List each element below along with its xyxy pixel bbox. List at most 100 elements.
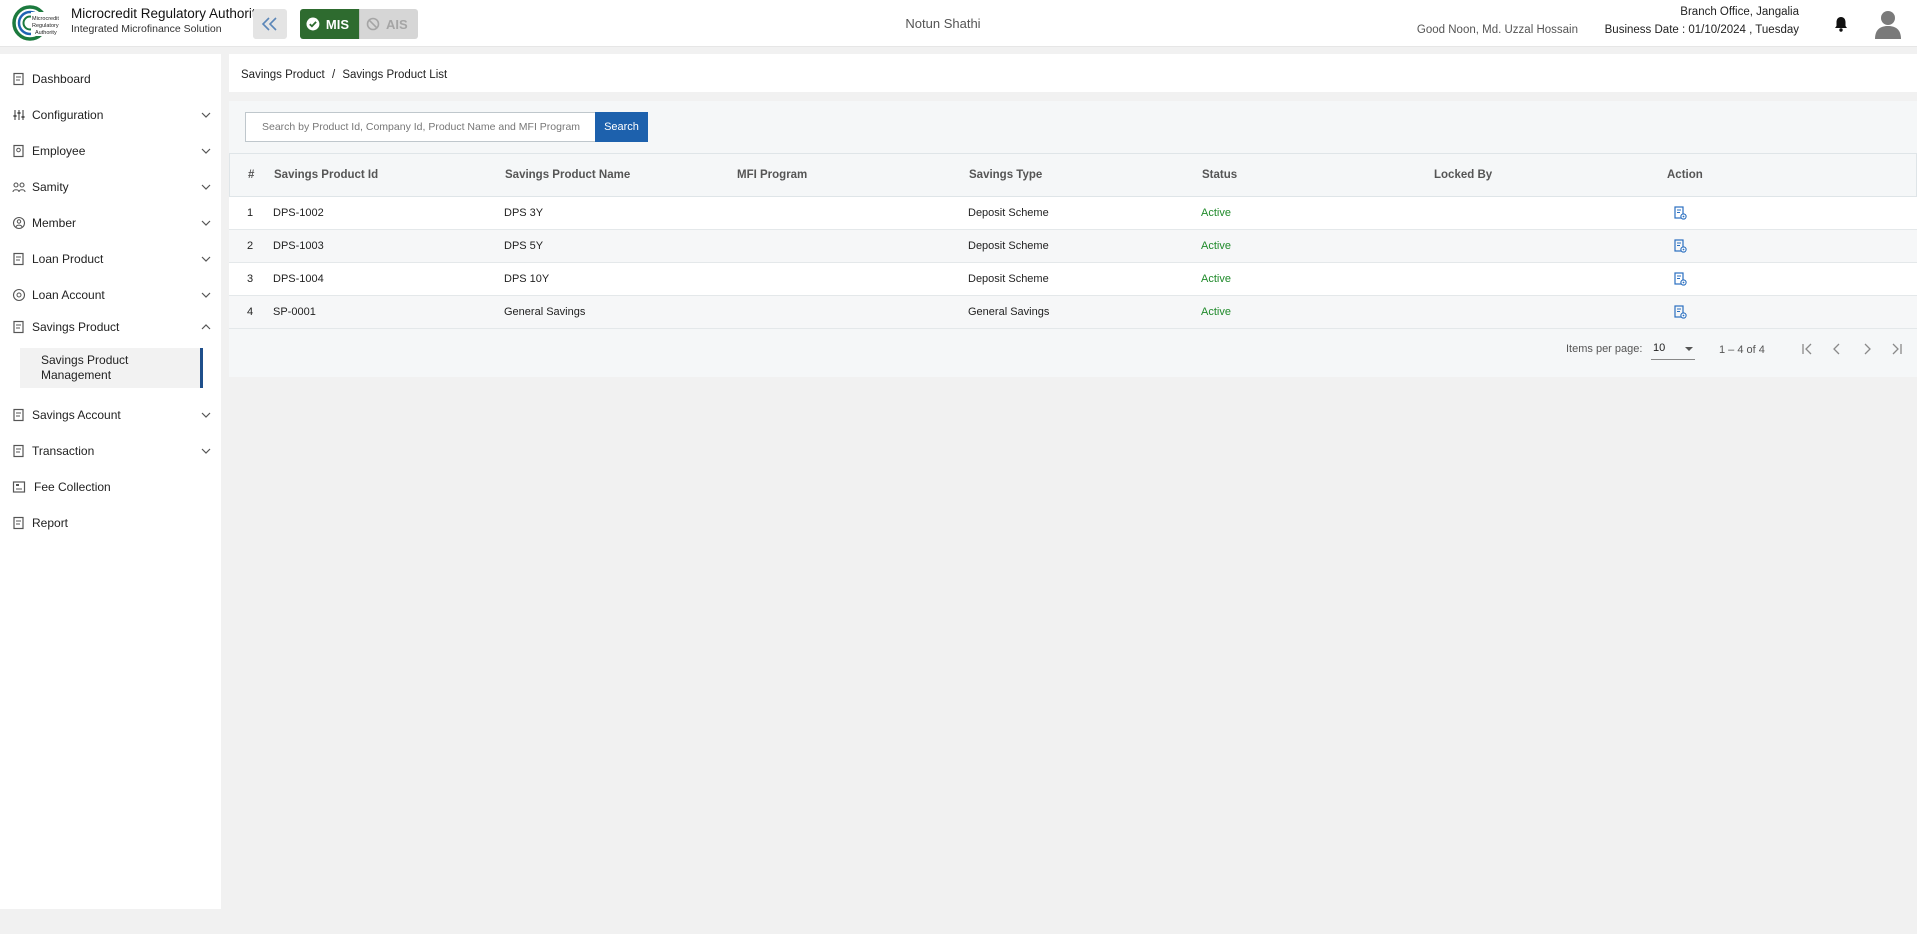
sidebar-subitem-savings-product-management[interactable]: Savings Product Management [20, 348, 203, 388]
next-page-icon[interactable] [1858, 340, 1876, 358]
sidebar-item-member[interactable]: Member [0, 208, 221, 238]
cell-number: 2 [247, 240, 254, 252]
ais-mode-button[interactable]: AIS [359, 9, 418, 39]
sidebar: Dashboard Configuration Employee Samity … [0, 54, 221, 909]
view-document-icon[interactable] [1673, 272, 1687, 286]
report-icon [13, 516, 24, 530]
sidebar-label: Transaction [32, 444, 95, 458]
view-document-icon[interactable] [1673, 206, 1687, 220]
sidebar-label: Employee [32, 144, 86, 158]
sidebar-item-transaction[interactable]: Transaction [0, 436, 221, 466]
top-header: Microcredit Regulatory Authority Microcr… [0, 0, 1917, 47]
cell-product-id: DPS-1004 [273, 273, 324, 285]
sidebar-item-report[interactable]: Report [0, 508, 221, 538]
document-icon [13, 444, 24, 458]
table-row: 1 DPS-1002 DPS 3Y Deposit Scheme Active [229, 197, 1917, 230]
chevron-down-icon [201, 412, 211, 418]
column-header-product-name: Savings Product Name [505, 169, 631, 181]
first-page-icon[interactable] [1798, 340, 1816, 358]
search-button[interactable]: Search [595, 112, 648, 142]
column-header-locked-by: Locked By [1434, 169, 1493, 181]
svg-text:Microcredit: Microcredit [32, 16, 59, 22]
sidebar-label: Report [32, 516, 69, 530]
sidebar-item-loan-product[interactable]: Loan Product [0, 244, 221, 274]
sidebar-label: Fee Collection [34, 480, 111, 494]
column-header-savings-type: Savings Type [969, 169, 1043, 181]
cell-product-id: SP-0001 [273, 306, 316, 318]
cell-savings-type: Deposit Scheme [968, 240, 1049, 252]
column-header-mfi-program: MFI Program [737, 169, 808, 181]
notification-bell-icon[interactable] [1832, 15, 1850, 33]
chevron-down-icon [201, 220, 211, 226]
group-icon [12, 182, 26, 193]
mis-mode-label: MIS [325, 16, 349, 32]
mis-mode-button[interactable]: MIS [300, 9, 359, 39]
cell-product-name: General Savings [504, 306, 586, 318]
cell-product-name: DPS 5Y [504, 240, 544, 252]
cell-product-id: DPS-1003 [273, 240, 324, 252]
last-page-icon[interactable] [1888, 340, 1906, 358]
cell-status: Active [1201, 207, 1231, 219]
svg-text:Authority: Authority [35, 30, 57, 36]
sidebar-item-savings-product[interactable]: Savings Product [0, 312, 221, 342]
previous-page-icon[interactable] [1828, 340, 1846, 358]
dropdown-caret-icon [1685, 347, 1693, 351]
account-icon [12, 288, 26, 302]
cell-number: 4 [247, 306, 254, 318]
sidebar-item-savings-account[interactable]: Savings Account [0, 400, 221, 430]
document-icon [13, 408, 24, 422]
cell-number: 3 [247, 273, 254, 285]
collapse-sidebar-button[interactable] [253, 9, 287, 39]
breadcrumb-separator: / [331, 69, 336, 81]
chevron-down-icon [201, 148, 211, 154]
sidebar-label: Loan Account [32, 288, 105, 302]
cell-status: Active [1201, 306, 1231, 318]
user-avatar-icon[interactable] [1874, 9, 1902, 39]
sidebar-sublabel: Savings Product Management [41, 353, 129, 382]
cell-product-id: DPS-1002 [273, 207, 324, 219]
org-subtitle: Integrated Microfinance Solution [71, 23, 222, 35]
table-row: 4 SP-0001 General Savings General Saving… [229, 296, 1917, 329]
column-header-product-id: Savings Product Id [274, 169, 379, 181]
svg-text:Regulatory: Regulatory [32, 23, 59, 29]
sidebar-item-employee[interactable]: Employee [0, 136, 221, 166]
user-greeting: Good Noon, Md. Uzzal Hossain [1416, 24, 1578, 36]
chevron-up-icon [201, 324, 211, 330]
page-range-label: 1 – 4 of 4 [1719, 344, 1765, 356]
sidebar-label: Samity [32, 180, 69, 194]
mra-logo: Microcredit Regulatory Authority [12, 5, 64, 41]
items-per-page-label: Items per page: [1566, 343, 1643, 355]
ais-mode-label: AIS [386, 16, 408, 32]
sidebar-item-dashboard[interactable]: Dashboard [0, 64, 221, 94]
cell-savings-type: General Savings [968, 306, 1050, 318]
table-row: 3 DPS-1004 DPS 10Y Deposit Scheme Active [229, 263, 1917, 296]
search-input[interactable] [245, 112, 597, 142]
sliders-icon [13, 110, 25, 120]
breadcrumb: Savings Product / Savings Product List [229, 54, 1917, 92]
table-body: 1 DPS-1002 DPS 3Y Deposit Scheme Active … [229, 197, 1917, 329]
chevron-down-icon [201, 256, 211, 262]
breadcrumb-parent[interactable]: Savings Product [241, 69, 325, 81]
sidebar-label: Savings Product [32, 320, 120, 334]
savings-product-list-panel: Search # Savings Product Id Savings Prod… [229, 101, 1917, 377]
employee-icon [13, 144, 24, 158]
items-per-page-select[interactable]: 10 [1651, 338, 1695, 360]
view-document-icon[interactable] [1673, 305, 1687, 319]
sidebar-label: Member [32, 216, 77, 230]
check-circle-icon [306, 17, 320, 31]
sidebar-item-fee-collection[interactable]: Fee Collection [0, 472, 221, 502]
document-icon [13, 252, 24, 266]
sidebar-item-samity[interactable]: Samity [0, 172, 221, 202]
items-per-page-value: 10 [1653, 342, 1666, 354]
sidebar-item-configuration[interactable]: Configuration [0, 100, 221, 130]
sidebar-item-loan-account[interactable]: Loan Account [0, 280, 221, 310]
cell-status: Active [1201, 240, 1231, 252]
member-icon [12, 216, 26, 230]
cell-status: Active [1201, 273, 1231, 285]
view-document-icon[interactable] [1673, 239, 1687, 253]
disabled-circle-icon [366, 17, 380, 31]
sidebar-label: Dashboard [32, 72, 91, 86]
module-switch: MIS AIS [300, 9, 418, 39]
sidebar-label: Loan Product [32, 252, 104, 266]
table-header: # Savings Product Id Savings Product Nam… [229, 153, 1917, 197]
